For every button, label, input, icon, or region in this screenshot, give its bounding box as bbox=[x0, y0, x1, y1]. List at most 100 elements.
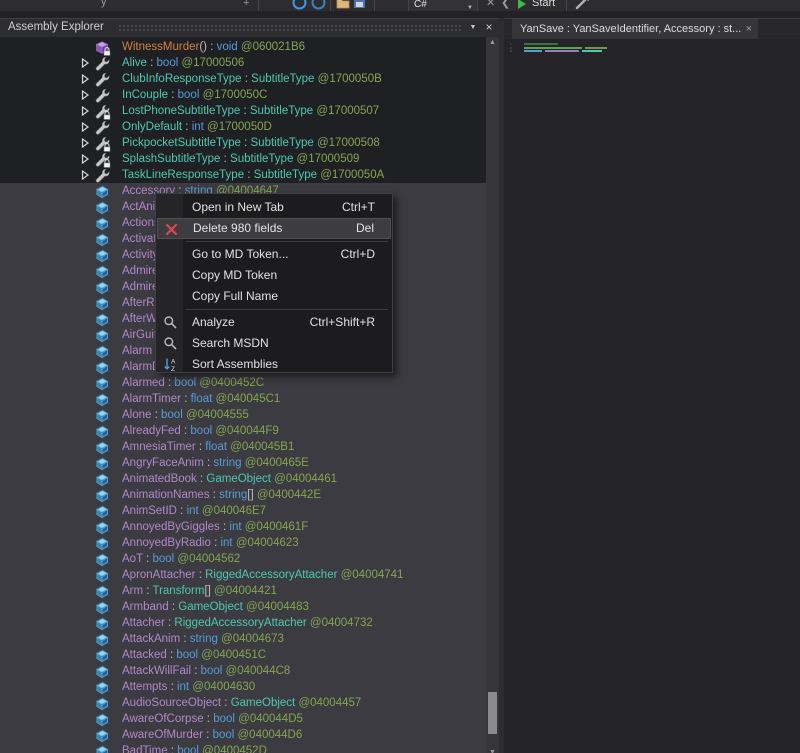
member-address: @04004555 bbox=[183, 409, 249, 421]
member-name: Attempts bbox=[122, 681, 167, 693]
tree-row[interactable]: OnlyDefault : int @1700050D bbox=[0, 119, 486, 135]
tab-close-icon[interactable]: × bbox=[746, 19, 752, 39]
member-type: bool bbox=[213, 713, 235, 725]
field-cube-icon bbox=[94, 504, 110, 519]
tree-row[interactable]: Armband : GameObject @04004483 bbox=[0, 599, 486, 615]
tree-row[interactable]: AttackWillFail : bool @040044C8 bbox=[0, 663, 486, 679]
tab-yansave[interactable]: YanSave : YanSaveIdentifier, Accessory :… bbox=[512, 19, 758, 39]
tree-row[interactable]: AlarmTimer : float @040045C1 bbox=[0, 391, 486, 407]
tree-row[interactable]: AwareOfMurder : bool @040044D6 bbox=[0, 727, 486, 743]
panel-close-button[interactable]: × bbox=[482, 20, 496, 35]
tree-row[interactable]: Alone : bool @04004555 bbox=[0, 407, 486, 423]
tree-row[interactable]: AnnoyedByRadio : int @04004623 bbox=[0, 535, 486, 551]
tree-row[interactable]: Arm : Transform[] @04004421 bbox=[0, 583, 486, 599]
scrollbar-thumb[interactable] bbox=[488, 692, 497, 734]
tree-row[interactable]: AngryFaceAnim : string @0400465E bbox=[0, 455, 486, 471]
menu-item[interactable]: AnalyzeCtrl+Shift+R bbox=[157, 312, 391, 333]
language-combo[interactable]: C# ▼ bbox=[408, 0, 478, 11]
field-cube-icon bbox=[94, 712, 110, 727]
tree-row[interactable]: AnimSetID : int @040046E7 bbox=[0, 503, 486, 519]
tree-row[interactable]: WitnessMurder() : void @060021B6 bbox=[0, 39, 486, 55]
tree-row[interactable]: AoT : bool @04004562 bbox=[0, 551, 486, 567]
tree-row[interactable]: TaskLineResponseType : SubtitleType @170… bbox=[0, 167, 486, 183]
nav-forward-icon[interactable] bbox=[311, 0, 326, 10]
menu-item[interactable]: AZSort Assemblies bbox=[157, 354, 391, 375]
property-icon-slot bbox=[94, 168, 110, 183]
member-type: string bbox=[190, 633, 218, 645]
member-type: bool bbox=[190, 425, 212, 437]
field-cube-icon bbox=[94, 744, 110, 753]
tree-row[interactable]: AnimationNames : string[] @0400442E bbox=[0, 487, 486, 503]
menu-item[interactable]: Search MSDN bbox=[157, 333, 391, 354]
field-cube-icon bbox=[94, 232, 110, 247]
tree-row[interactable]: Attempts : int @04004630 bbox=[0, 679, 486, 695]
menu-item[interactable]: Copy Full Name bbox=[157, 286, 391, 307]
field-icon-slot bbox=[94, 696, 110, 711]
member-name: InCouple bbox=[122, 89, 168, 101]
tree-row[interactable]: AudioSourceObject : GameObject @04004457 bbox=[0, 695, 486, 711]
nav-back-icon[interactable] bbox=[292, 0, 307, 10]
member-name: Admire bbox=[122, 265, 158, 277]
tree-row[interactable]: LostPhoneSubtitleType : SubtitleType @17… bbox=[0, 103, 486, 119]
play-icon bbox=[518, 0, 526, 9]
member-type: GameObject bbox=[178, 601, 243, 613]
tree-row[interactable]: ClubInfoResponseType : SubtitleType @170… bbox=[0, 71, 486, 87]
svg-text:Z: Z bbox=[171, 366, 175, 372]
tree-row[interactable]: AnimatedBook : GameObject @04004461 bbox=[0, 471, 486, 487]
save-icon[interactable] bbox=[353, 0, 366, 9]
menu-item[interactable]: Open in New TabCtrl+T bbox=[157, 197, 391, 218]
tree-row[interactable]: AnnoyedByGiggles : int @0400461F bbox=[0, 519, 486, 535]
add-icon[interactable]: + bbox=[243, 0, 249, 9]
toolbar-separator bbox=[566, 0, 567, 11]
search-icon bbox=[163, 315, 178, 330]
menu-item[interactable]: Delete 980 fieldsDel bbox=[157, 218, 391, 239]
settings-wrench-icon[interactable] bbox=[574, 0, 592, 11]
tree-row[interactable]: Alarmed : bool @0400452C bbox=[0, 375, 486, 391]
field-cube-icon bbox=[94, 296, 110, 311]
tree-row[interactable]: Attacher : RiggedAccessoryAttacher @0400… bbox=[0, 615, 486, 631]
menu-item[interactable]: Copy MD Token bbox=[157, 265, 391, 286]
chevron-down-icon: ▼ bbox=[467, 1, 473, 11]
member-address: @04004421 bbox=[211, 585, 277, 597]
member-type: string bbox=[219, 489, 247, 501]
member-type: bool bbox=[213, 729, 235, 741]
menu-item[interactable]: Go to MD Token...Ctrl+D bbox=[157, 244, 391, 265]
open-folder-icon[interactable] bbox=[336, 0, 350, 9]
assembly-explorer-panel: Assembly Explorer ▼ × WitnessMurder() : … bbox=[0, 18, 500, 753]
member-address: @040046E7 bbox=[199, 505, 266, 517]
scroll-down-arrow-icon[interactable]: ▼ bbox=[486, 749, 499, 753]
tree-row[interactable]: PickpocketSubtitleType : SubtitleType @1… bbox=[0, 135, 486, 151]
property-icon-slot bbox=[94, 136, 110, 151]
member-address: @060021B6 bbox=[238, 41, 305, 53]
member-type: RiggedAccessoryAttacher bbox=[205, 569, 337, 581]
toolbar-separator bbox=[374, 0, 375, 11]
field-icon-slot bbox=[94, 232, 110, 247]
tree-row[interactable]: AwareOfCorpse : bool @040044D5 bbox=[0, 711, 486, 727]
panel-menu-dropdown[interactable]: ▼ bbox=[466, 20, 480, 36]
field-cube-icon bbox=[94, 568, 110, 583]
field-cube-icon bbox=[94, 424, 110, 439]
field-icon-slot bbox=[94, 648, 110, 663]
member-name: SplashSubtitleType bbox=[122, 153, 220, 165]
member-name: Alone bbox=[122, 409, 151, 421]
member-name: AnimatedBook bbox=[122, 473, 197, 485]
tree-row[interactable]: AlreadyFed : bool @040044F9 bbox=[0, 423, 486, 439]
menu-item-label: Copy MD Token bbox=[192, 265, 277, 286]
tree-row[interactable]: Alive : bool @17000506 bbox=[0, 55, 486, 71]
search-icon bbox=[163, 336, 178, 351]
tree-row[interactable]: AttackAnim : string @04004673 bbox=[0, 631, 486, 647]
tree-row[interactable]: InCouple : bool @1700050C bbox=[0, 87, 486, 103]
member-type: SubtitleType bbox=[254, 169, 317, 181]
panel-header[interactable]: Assembly Explorer ▼ × bbox=[0, 19, 500, 37]
property-icon-slot bbox=[94, 152, 110, 167]
code-editor[interactable]: 123 bbox=[504, 39, 800, 753]
field-icon-slot bbox=[94, 728, 110, 743]
tree-row[interactable]: SplashSubtitleType : SubtitleType @17000… bbox=[0, 151, 486, 167]
member-type: Transform bbox=[152, 585, 204, 597]
tree-row[interactable]: ApronAttacher : RiggedAccessoryAttacher … bbox=[0, 567, 486, 583]
tree-row[interactable]: AmnesiaTimer : float @040045B1 bbox=[0, 439, 486, 455]
tree-scrollbar[interactable]: ▲ ▼ bbox=[486, 37, 499, 753]
scroll-up-arrow-icon[interactable]: ▲ bbox=[486, 39, 499, 46]
tree-row[interactable]: Attacked : bool @0400451C bbox=[0, 647, 486, 663]
tree-row[interactable]: BadTime : bool @0400452D bbox=[0, 743, 486, 753]
